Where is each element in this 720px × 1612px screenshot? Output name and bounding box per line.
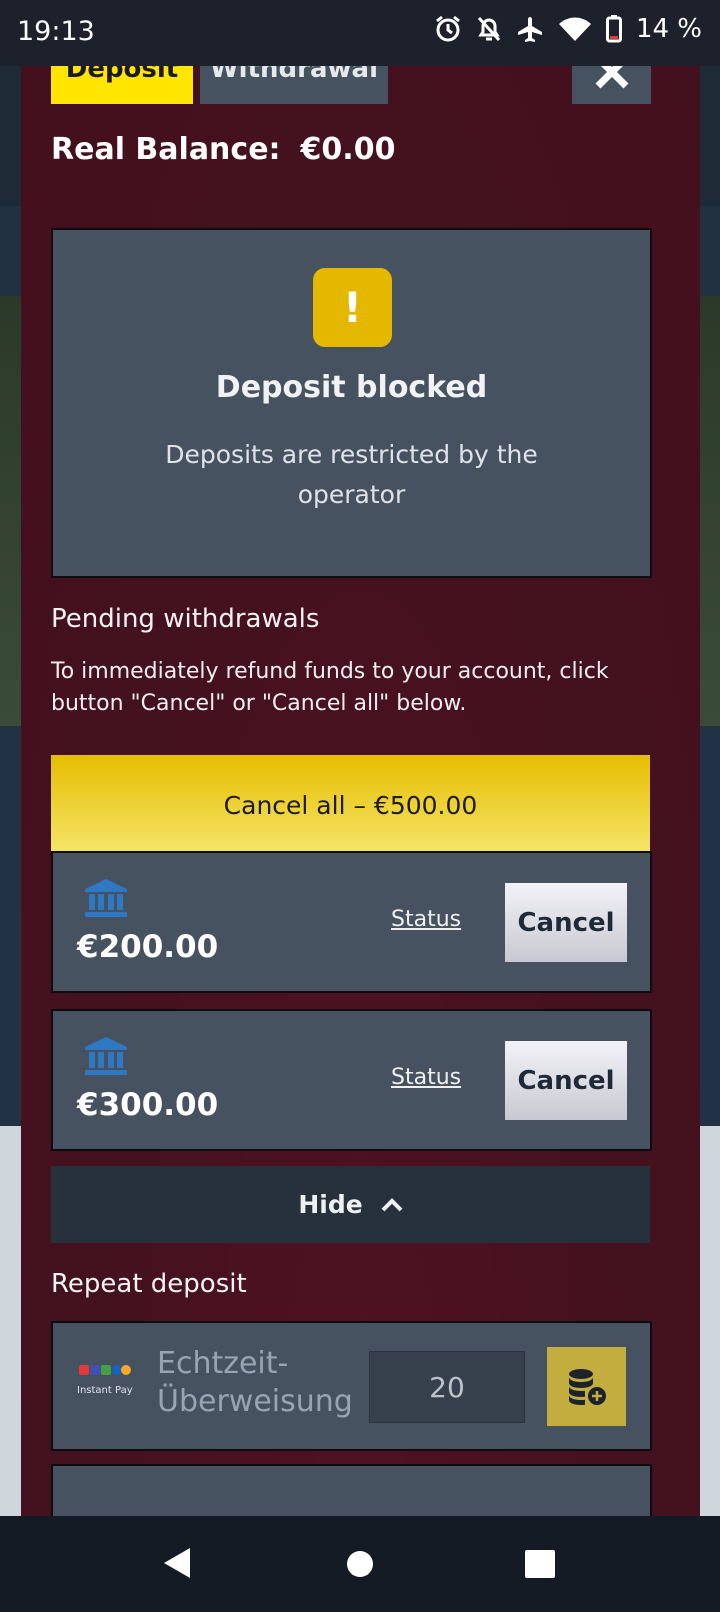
chevron-up-icon: [381, 1197, 403, 1211]
coins-add-icon: [568, 1368, 606, 1405]
tab-deposit[interactable]: Deposit: [51, 66, 193, 104]
blocked-message: Deposits are restricted by the operator: [165, 440, 538, 509]
pending-withdrawals-title: Pending withdrawals: [51, 604, 320, 634]
payment-method-name: Echtzeit-Überweisung: [157, 1346, 353, 1419]
repeat-deposit-title: Repeat deposit: [51, 1269, 247, 1299]
instant-pay-text: Instant Pay: [77, 1385, 133, 1396]
real-balance: Real Balance: €0.00: [51, 132, 395, 167]
notifications-off-icon: [476, 15, 502, 43]
warning-icon: !: [313, 268, 392, 347]
cancel-button[interactable]: Cancel: [505, 883, 627, 962]
amount-input[interactable]: 20: [369, 1351, 525, 1423]
withdrawal-amount: €200.00: [77, 929, 219, 965]
bank-icon: [85, 879, 127, 921]
blocked-title: Deposit blocked: [215, 370, 488, 405]
status-link[interactable]: Status: [391, 1065, 461, 1090]
repeat-deposit-item: Instant Pay Echtzeit-Überweisung 20: [51, 1321, 652, 1451]
pending-info-text: To immediately refund funds to your acco…: [51, 659, 609, 716]
cancel-all-label: Cancel all – €500.00: [223, 791, 478, 820]
back-icon[interactable]: [162, 1546, 192, 1584]
withdrawal-amount: €300.00: [77, 1087, 219, 1123]
deposit-blocked-panel: ! Deposit blocked Deposits are restricte…: [51, 228, 652, 578]
wifi-icon: [558, 16, 592, 42]
bank-icon: [85, 1037, 127, 1079]
navigation-bar: [0, 1516, 720, 1612]
status-time: 19:13: [17, 16, 95, 47]
close-icon: [595, 66, 628, 89]
withdrawal-item: €200.00 Status Cancel: [51, 851, 652, 993]
home-icon[interactable]: [346, 1550, 374, 1582]
alarm-icon: [434, 15, 462, 43]
hide-button[interactable]: Hide: [51, 1166, 650, 1243]
repeat-deposit-button[interactable]: [547, 1347, 626, 1426]
withdrawal-item: €300.00 Status Cancel: [51, 1009, 652, 1151]
recents-icon[interactable]: [525, 1550, 555, 1582]
airplane-icon: [516, 15, 544, 43]
cancel-button[interactable]: Cancel: [505, 1041, 627, 1120]
instant-pay-logo: Instant Pay: [77, 1361, 137, 1401]
repeat-deposit-item-partial: [51, 1464, 652, 1516]
balance-label: Real Balance:: [51, 132, 281, 167]
balance-value: €0.00: [300, 132, 396, 167]
status-link[interactable]: Status: [391, 907, 461, 932]
battery-low-icon: [605, 15, 622, 43]
tab-withdrawal[interactable]: Withdrawal: [200, 66, 388, 104]
status-bar: 19:13 14 %: [0, 0, 720, 66]
hide-label: Hide: [298, 1190, 363, 1219]
cancel-all-button[interactable]: Cancel all – €500.00: [51, 755, 650, 856]
battery-percent: 14 %: [635, 14, 702, 44]
tab-withdrawal-label: Withdrawal: [210, 66, 378, 84]
payment-modal: Deposit Withdrawal Real Balance: €0.00 ! …: [21, 66, 700, 1516]
tab-deposit-label: Deposit: [65, 66, 179, 84]
close-button[interactable]: [572, 66, 651, 104]
